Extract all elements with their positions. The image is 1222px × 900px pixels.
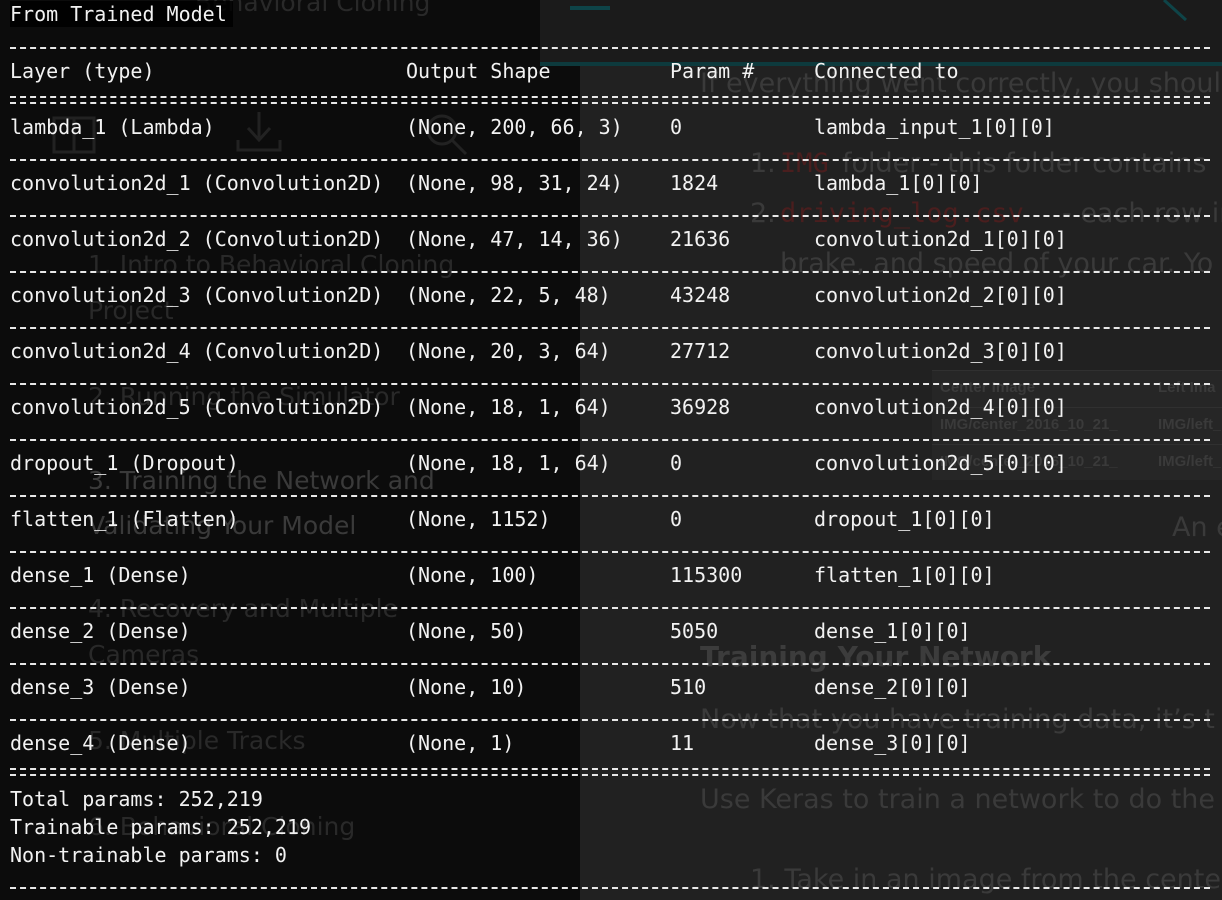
shape-cell: (None, 1152) [406, 507, 551, 531]
header-param: Param # [670, 59, 755, 83]
divider [10, 159, 1210, 161]
connected-cell: convolution2d_4[0][0] [814, 395, 1067, 419]
divider [10, 495, 1210, 497]
layer-cell: dense_4 (Dense) [10, 731, 191, 755]
divider [10, 439, 1210, 441]
divider [10, 663, 1210, 665]
connected-cell: lambda_input_1[0][0] [814, 115, 1055, 139]
terminal-title: From Trained Model [10, 1, 233, 27]
layer-cell: dense_1 (Dense) [10, 563, 191, 587]
table-row: dropout_1 (Dropout) (None, 18, 1, 64) 0 … [0, 448, 1222, 478]
shape-cell: (None, 47, 14, 36) [406, 227, 623, 251]
table-row: dense_2 (Dense) (None, 50) 5050 dense_1[… [0, 616, 1222, 646]
double-divider [10, 768, 1210, 776]
divider [10, 215, 1210, 217]
layer-cell: dense_2 (Dense) [10, 619, 191, 643]
layer-cell: convolution2d_5 (Convolution2D) [10, 395, 384, 419]
layer-cell: dense_3 (Dense) [10, 675, 191, 699]
shape-cell: (None, 10) [406, 675, 527, 699]
table-row: dense_4 (Dense) (None, 1) 11 dense_3[0][… [0, 728, 1222, 758]
param-cell: 5050 [670, 619, 719, 643]
param-cell: 36928 [670, 395, 731, 419]
total-params: Total params: 252,219 [10, 787, 263, 811]
divider [10, 551, 1210, 553]
shape-cell: (None, 200, 66, 3) [406, 115, 623, 139]
param-cell: 115300 [670, 563, 743, 587]
param-cell: 27712 [670, 339, 731, 363]
shape-cell: (None, 18, 1, 64) [406, 395, 611, 419]
param-cell: 11 [670, 731, 695, 755]
layer-cell: convolution2d_1 (Convolution2D) [10, 171, 384, 195]
layer-cell: convolution2d_3 (Convolution2D) [10, 283, 384, 307]
divider [10, 719, 1210, 721]
header-connected-to: Connected to [814, 59, 959, 83]
param-cell: 43248 [670, 283, 731, 307]
divider [10, 47, 1210, 49]
shape-cell: (None, 1) [406, 731, 515, 755]
param-cell: 1824 [670, 171, 719, 195]
shape-cell: (None, 100) [406, 563, 539, 587]
divider [10, 271, 1210, 273]
table-header-row: Layer (type) Output Shape Param # Connec… [0, 56, 1222, 86]
divider [10, 887, 1210, 889]
layer-cell: dropout_1 (Dropout) [10, 451, 239, 475]
connected-cell: dropout_1[0][0] [814, 507, 995, 531]
param-cell: 0 [670, 451, 683, 475]
layer-cell: convolution2d_4 (Convolution2D) [10, 339, 384, 363]
layer-cell: convolution2d_2 (Convolution2D) [10, 227, 384, 251]
double-divider [10, 96, 1210, 104]
table-row: convolution2d_4 (Convolution2D) (None, 2… [0, 336, 1222, 366]
trainable-params: Trainable params: 252,219 [10, 815, 312, 839]
table-row: convolution2d_1 (Convolution2D) (None, 9… [0, 168, 1222, 198]
connected-cell: dense_3[0][0] [814, 731, 971, 755]
model-summary-terminal: From Trained Model Layer (type) Output S… [0, 0, 1222, 900]
non-trainable-params: Non-trainable params: 0 [10, 843, 287, 867]
connected-cell: flatten_1[0][0] [814, 563, 995, 587]
header-layer: Layer (type) [10, 59, 155, 83]
connected-cell: convolution2d_2[0][0] [814, 283, 1067, 307]
header-output-shape: Output Shape [406, 59, 551, 83]
layer-cell: lambda_1 (Lambda) [10, 115, 215, 139]
divider [10, 383, 1210, 385]
connected-cell: dense_1[0][0] [814, 619, 971, 643]
table-row: flatten_1 (Flatten) (None, 1152) 0 dropo… [0, 504, 1222, 534]
connected-cell: convolution2d_5[0][0] [814, 451, 1067, 475]
param-cell: 0 [670, 507, 683, 531]
shape-cell: (None, 98, 31, 24) [406, 171, 623, 195]
table-row: convolution2d_3 (Convolution2D) (None, 2… [0, 280, 1222, 310]
param-cell: 510 [670, 675, 707, 699]
shape-cell: (None, 50) [406, 619, 527, 643]
table-row: lambda_1 (Lambda) (None, 200, 66, 3) 0 l… [0, 112, 1222, 142]
connected-cell: lambda_1[0][0] [814, 171, 983, 195]
connected-cell: dense_2[0][0] [814, 675, 971, 699]
layer-cell: flatten_1 (Flatten) [10, 507, 239, 531]
connected-cell: convolution2d_1[0][0] [814, 227, 1067, 251]
param-cell: 0 [670, 115, 683, 139]
param-cell: 21636 [670, 227, 731, 251]
divider [10, 607, 1210, 609]
divider [10, 327, 1210, 329]
shape-cell: (None, 20, 3, 64) [406, 339, 611, 363]
shape-cell: (None, 18, 1, 64) [406, 451, 611, 475]
connected-cell: convolution2d_3[0][0] [814, 339, 1067, 363]
table-row: dense_1 (Dense) (None, 100) 115300 flatt… [0, 560, 1222, 590]
shape-cell: (None, 22, 5, 48) [406, 283, 611, 307]
table-row: convolution2d_5 (Convolution2D) (None, 1… [0, 392, 1222, 422]
table-row: dense_3 (Dense) (None, 10) 510 dense_2[0… [0, 672, 1222, 702]
table-row: convolution2d_2 (Convolution2D) (None, 4… [0, 224, 1222, 254]
